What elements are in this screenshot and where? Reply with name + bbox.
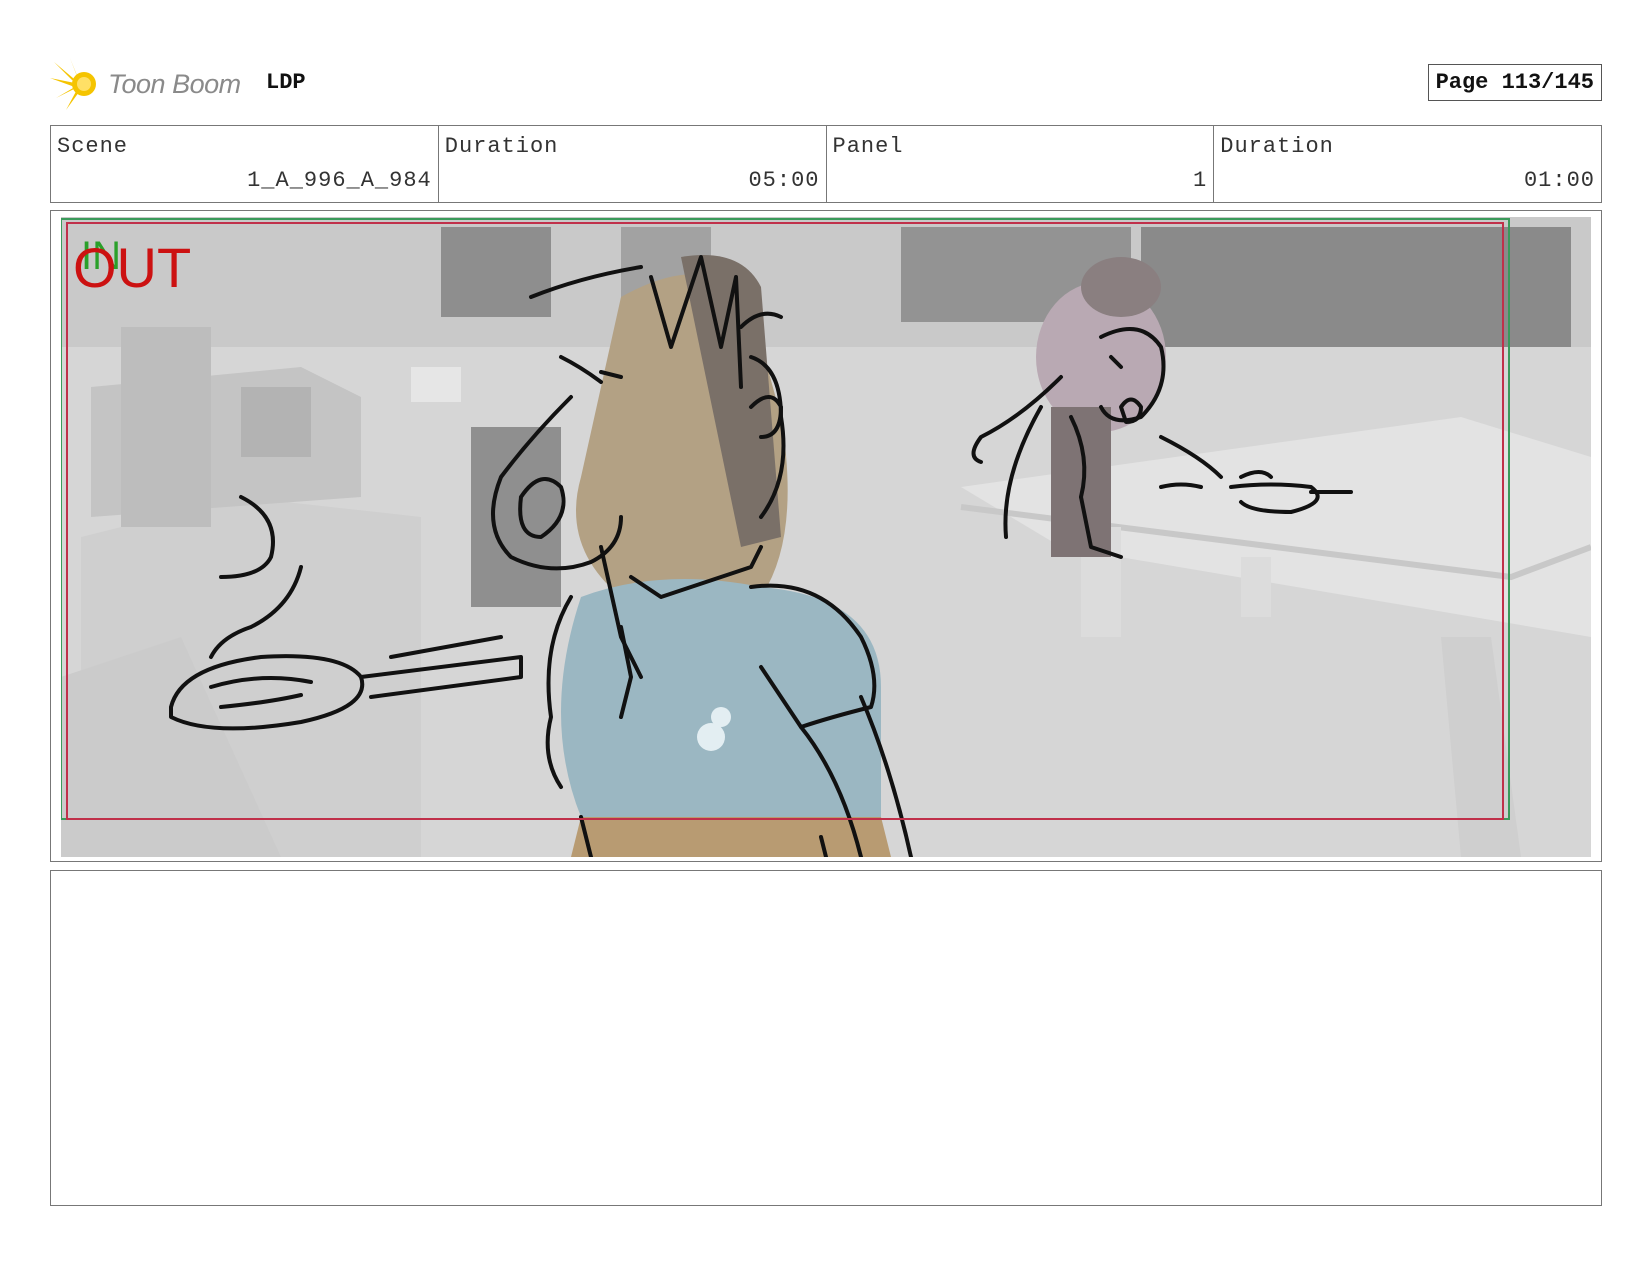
panel-duration-value: 01:00: [1523, 168, 1595, 193]
out-marker: OUT: [73, 236, 191, 299]
page-number: Page 113/145: [1427, 64, 1602, 101]
panel-duration-label: Duration: [1220, 134, 1334, 159]
toon-boom-logo: Toon Boom: [50, 56, 250, 112]
scene-duration-value: 05:00: [748, 168, 820, 193]
panel-cell: Panel 1: [827, 126, 1215, 202]
scene-cell: Scene 1_A_996_A_984: [51, 126, 439, 202]
in-out-markers: IN OUT: [73, 234, 191, 299]
brand-name: Toon Boom: [108, 69, 241, 99]
storyboard-panel: IN OUT: [50, 210, 1602, 862]
panel-value: 1: [1193, 168, 1208, 193]
scene-label: Scene: [57, 134, 129, 159]
page-header: Toon Boom LDP Page 113/145: [50, 56, 1602, 112]
scene-value: 1_A_996_A_984: [247, 168, 432, 193]
project-name: LDP: [266, 70, 306, 95]
panel-notes-box[interactable]: [50, 870, 1602, 1206]
toon-boom-star-icon: [50, 58, 96, 110]
panel-artwork: [61, 217, 1591, 857]
scene-info-table: Scene 1_A_996_A_984 Duration 05:00 Panel…: [50, 125, 1602, 203]
panel-duration-cell: Duration 01:00: [1214, 126, 1601, 202]
scene-duration-cell: Duration 05:00: [439, 126, 827, 202]
panel-label: Panel: [832, 134, 904, 159]
scene-duration-label: Duration: [444, 134, 559, 159]
